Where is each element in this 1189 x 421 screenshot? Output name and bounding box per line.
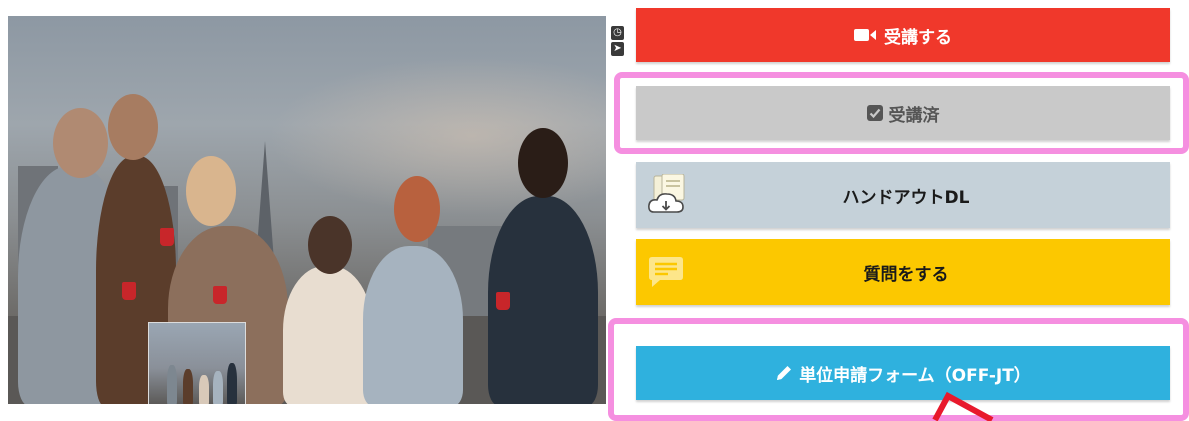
picture-in-picture-preview[interactable]	[148, 322, 246, 404]
attend-label: 受講する	[884, 27, 952, 48]
ask-question-button[interactable]: 質問をする	[636, 239, 1170, 305]
video-camera-icon	[854, 29, 876, 41]
red-cup	[213, 286, 227, 304]
mini-person	[213, 371, 223, 404]
cloud-download-document-icon	[648, 174, 685, 213]
red-cup	[160, 228, 174, 246]
person-head	[53, 108, 108, 178]
send-arrow-icon[interactable]: ➤	[611, 42, 624, 56]
mini-person	[199, 375, 209, 404]
red-cup	[122, 282, 136, 300]
speech-bubble-icon	[649, 257, 683, 287]
mini-person	[183, 369, 193, 404]
question-label: 質問をする	[863, 264, 949, 285]
person-head	[518, 128, 568, 198]
mini-person	[227, 363, 237, 404]
highlight-frame-completed	[614, 72, 1189, 154]
red-cup	[496, 292, 510, 310]
person-head	[186, 156, 236, 226]
handout-download-button[interactable]: ハンドアウトDL	[636, 162, 1170, 228]
side-controls: ◷ ➤	[611, 26, 624, 58]
mini-person	[167, 365, 177, 404]
handout-label: ハンドアウトDL	[842, 187, 970, 208]
person-head	[394, 176, 440, 242]
person-head	[108, 94, 158, 160]
video-player[interactable]	[8, 16, 606, 404]
attend-button[interactable]: 受講する	[636, 8, 1170, 62]
clock-icon[interactable]: ◷	[611, 26, 624, 40]
person-head	[308, 216, 352, 274]
red-arrow-annotation	[932, 391, 994, 421]
person	[283, 266, 373, 404]
highlight-frame-credit-form	[608, 318, 1189, 421]
person	[363, 246, 463, 404]
